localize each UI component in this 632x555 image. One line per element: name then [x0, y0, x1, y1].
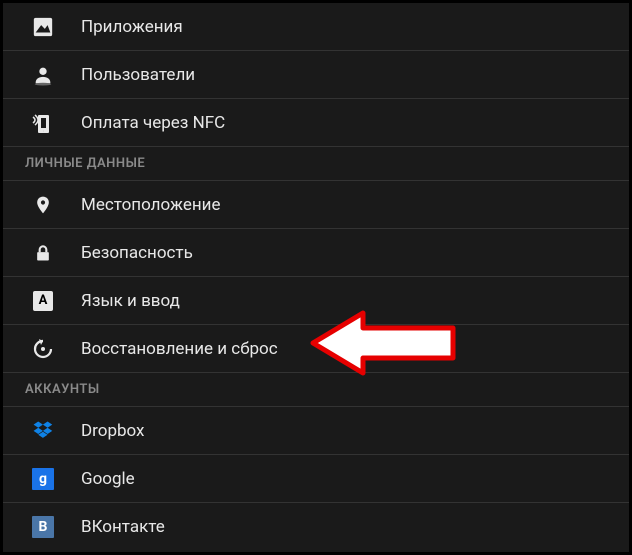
letter-a-badge: A [33, 291, 53, 311]
section-accounts: АККАУНТЫ [3, 373, 629, 407]
restore-icon [31, 337, 55, 361]
apps-icon [31, 15, 55, 39]
row-language[interactable]: A Язык и ввод [3, 277, 629, 325]
row-label: Оплата через NFC [81, 113, 225, 133]
row-label: Восстановление и сброс [81, 339, 278, 359]
nfc-icon [31, 111, 55, 135]
row-security[interactable]: Безопасность [3, 229, 629, 277]
lock-icon [31, 241, 55, 265]
row-label: Местоположение [81, 195, 221, 215]
google-badge: g [32, 468, 54, 490]
section-personal: ЛИЧНЫЕ ДАННЫЕ [3, 147, 629, 181]
row-label: ВКонтакте [81, 517, 165, 537]
row-dropbox[interactable]: Dropbox [3, 407, 629, 455]
row-label: Dropbox [81, 421, 145, 441]
row-label: Пользователи [81, 65, 195, 85]
google-icon: g [31, 467, 55, 491]
row-apps[interactable]: Приложения [3, 3, 629, 51]
row-label: Язык и ввод [81, 291, 180, 311]
row-backup-reset[interactable]: Восстановление и сброс [3, 325, 629, 373]
row-location[interactable]: Местоположение [3, 181, 629, 229]
row-label: Безопасность [81, 243, 193, 263]
row-nfc[interactable]: Оплата через NFC [3, 99, 629, 147]
language-icon: A [31, 289, 55, 313]
users-icon [31, 63, 55, 87]
section-label: ЛИЧНЫЕ ДАННЫЕ [25, 156, 145, 171]
settings-list: Приложения Пользователи Оплата через NFC… [3, 3, 629, 551]
row-vk[interactable]: В ВКонтакте [3, 503, 629, 551]
row-label: Приложения [81, 17, 183, 37]
row-users[interactable]: Пользователи [3, 51, 629, 99]
row-label: Google [81, 469, 135, 489]
section-label: АККАУНТЫ [25, 382, 100, 397]
dropbox-icon [31, 419, 55, 443]
vk-badge: В [32, 516, 54, 538]
vk-icon: В [31, 515, 55, 539]
row-google[interactable]: g Google [3, 455, 629, 503]
location-icon [31, 193, 55, 217]
